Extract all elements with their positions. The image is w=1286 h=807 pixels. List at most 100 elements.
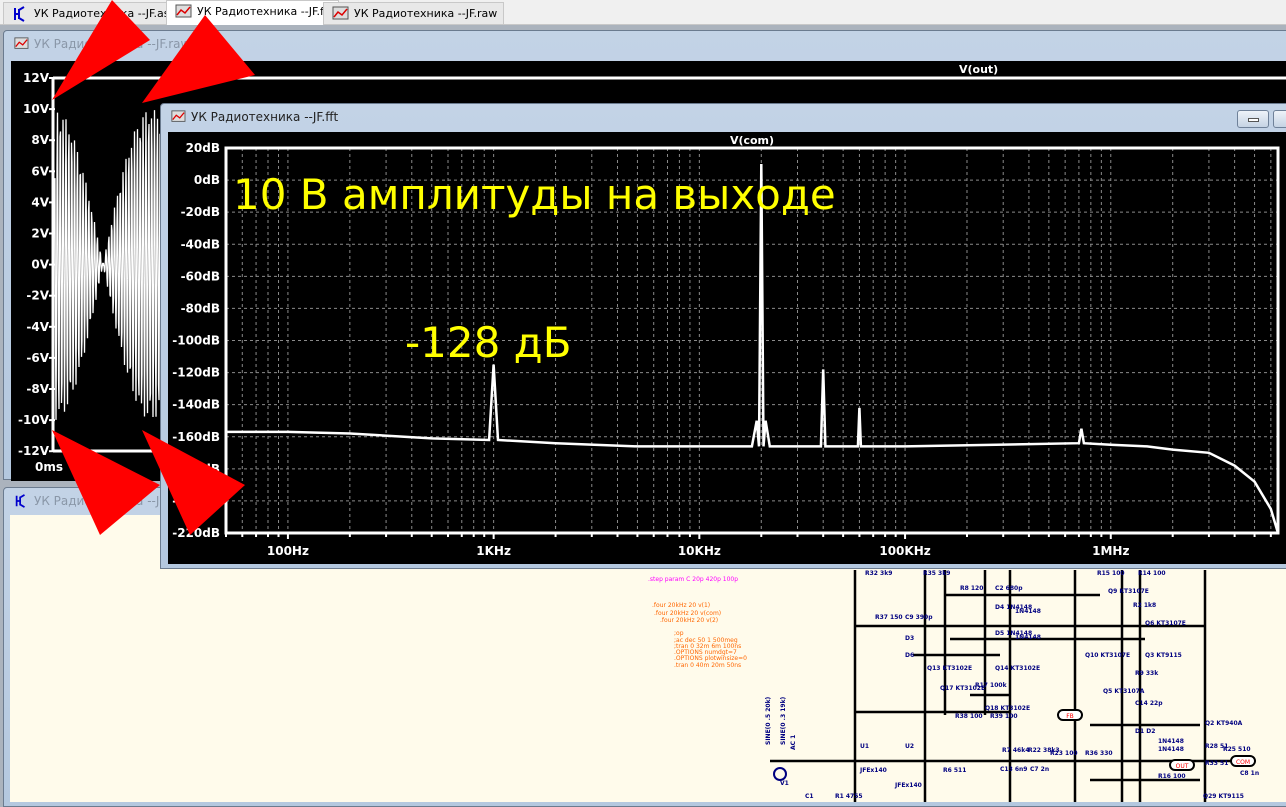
component-label[interactable]: D6 — [905, 652, 914, 659]
tab-raw[interactable]: УК Радиотехника --JF.raw — [323, 2, 505, 25]
component-label[interactable]: R17 100k — [975, 682, 1008, 689]
net-label-text: OUT — [1176, 763, 1189, 770]
spice-directive[interactable]: .four 20kHz 20 v(2) — [660, 617, 718, 624]
component-label[interactable]: C1 — [805, 793, 814, 800]
tab-asc[interactable]: УК Радиотехника --JF.asc — [3, 2, 183, 25]
maximize-button[interactable] — [1273, 110, 1286, 128]
chart-title[interactable]: V(com) — [730, 134, 774, 147]
component-label[interactable]: R9 33k — [1135, 670, 1159, 677]
component-label[interactable]: C9 390p — [905, 614, 933, 621]
component-label[interactable]: AC 1 — [790, 735, 797, 750]
schematic-icon — [14, 6, 25, 22]
waveform-icon — [175, 4, 192, 18]
component-label[interactable]: R15 100 — [1097, 570, 1125, 577]
component-label[interactable]: C7 2n — [1030, 766, 1049, 773]
component-label[interactable]: 1N4148 — [1158, 746, 1184, 753]
component-label[interactable]: C2 680p — [995, 585, 1023, 592]
schematic-icon — [15, 494, 25, 508]
document-tab-bar: УК Радиотехника --JF.asc УК Радиотехника… — [0, 0, 1286, 25]
voltage-source-icon[interactable] — [773, 767, 787, 781]
component-label[interactable]: R23 100 — [1050, 750, 1078, 757]
x-tick-label: 10KHz — [678, 544, 721, 558]
component-label[interactable]: R39 100 — [990, 713, 1018, 720]
y-tick-label: -20dB — [181, 205, 220, 219]
vout-trace — [54, 110, 164, 420]
component-label[interactable]: 1N4148 — [1158, 738, 1184, 745]
minimize-icon — [1248, 118, 1259, 122]
component-label[interactable]: R35 3k9 — [923, 570, 950, 577]
component-label[interactable]: Q3 KT9115 — [1145, 652, 1182, 659]
component-label[interactable]: Q29 KT9115 — [1203, 793, 1244, 800]
tab-label: УК Радиотехника --JF.raw — [354, 7, 498, 20]
component-label[interactable]: Q10 KT3107E — [1085, 652, 1130, 659]
component-label[interactable]: 1N4148 — [1015, 634, 1041, 641]
y-tick-label: 6V — [31, 164, 49, 178]
component-label[interactable]: R8 120 — [960, 585, 983, 592]
component-label[interactable]: C8 1n — [1240, 770, 1259, 777]
trace-label[interactable]: V(out) — [959, 63, 998, 76]
spice-directive[interactable]: .step param C 20p 420p 100p — [648, 576, 738, 583]
y-tick-label: -180dB — [172, 462, 220, 476]
spice-directive[interactable]: ;op — [674, 630, 684, 637]
y-tick-label: -12V — [18, 444, 50, 458]
component-label[interactable]: JFEx140 — [859, 767, 887, 774]
component-label[interactable]: Q5 KT3107A — [1103, 688, 1145, 695]
waveform-icon — [14, 37, 29, 49]
minimize-button[interactable] — [1237, 110, 1269, 128]
component-label[interactable]: Q14 KT3102E — [995, 665, 1040, 672]
component-label[interactable]: SINE(0 .5 20k) — [765, 696, 772, 745]
component-label[interactable]: C13 6n9 — [1000, 766, 1027, 773]
component-label[interactable]: U2 — [905, 743, 914, 750]
net-label-text: FB — [1066, 713, 1074, 720]
y-tick-label: -8V — [26, 382, 49, 396]
headline-annotation: 10 В амплитуды на выходе — [233, 170, 836, 219]
fft-trace — [226, 163, 1280, 534]
spice-directive[interactable]: .four 20kHz 20 v(1) — [652, 602, 710, 609]
waveform-icon — [171, 110, 186, 122]
component-label[interactable]: Q6 KT3107E — [1145, 620, 1186, 627]
spice-directive[interactable]: .tran 0 40m 20m 50ns — [674, 662, 741, 669]
component-label[interactable]: D1 D2 — [1135, 728, 1155, 735]
component-label[interactable]: R7 46k4 — [1002, 747, 1029, 754]
component-label[interactable]: V1 — [780, 780, 789, 787]
component-label[interactable]: R14 100 — [1138, 570, 1166, 577]
spice-directive[interactable]: .OPTIONS plotwinsize=0 — [674, 655, 747, 662]
component-label[interactable]: JFEx140 — [894, 782, 922, 789]
spice-directive[interactable]: .four 20kHz 20 v(com) — [654, 610, 721, 617]
component-label[interactable]: U1 — [860, 743, 869, 750]
y-tick-label: 0V — [31, 258, 49, 272]
component-label[interactable]: C14 22p — [1135, 700, 1163, 707]
component-label[interactable]: R38 100 — [955, 713, 983, 720]
component-label[interactable]: Q13 KT3102E — [927, 665, 972, 672]
component-label[interactable]: Q18 KT3102E — [985, 705, 1030, 712]
component-label[interactable]: R2 1k8 — [1133, 602, 1156, 609]
component-label[interactable]: R32 3k9 — [865, 570, 892, 577]
y-tick-label: -160dB — [172, 430, 220, 444]
component-label[interactable]: R1 4755 — [835, 793, 863, 800]
y-tick-label: 2V — [31, 227, 49, 241]
component-label[interactable]: SINE(0 .3 19k) — [780, 696, 787, 745]
component-label[interactable]: R33 51 — [1205, 760, 1228, 767]
x-tick-label: 1MHz — [1092, 544, 1129, 558]
component-label[interactable]: Q2 KT940A — [1205, 720, 1243, 727]
component-label[interactable]: R25 510 — [1223, 746, 1251, 753]
y-tick-label: -4V — [26, 320, 49, 334]
component-label[interactable]: D3 — [905, 635, 914, 642]
x-tick-label: 100Hz — [267, 544, 309, 558]
tab-label: УК Радиотехника --JF.fft — [197, 5, 332, 18]
component-label[interactable]: R37 150 — [875, 614, 903, 621]
component-label[interactable]: R16 100 — [1158, 773, 1186, 780]
y-tick-label: -200dB — [172, 494, 220, 508]
y-tick-label: -80dB — [181, 301, 220, 315]
net-label-text: COM — [1236, 759, 1250, 766]
tab-fft[interactable]: УК Радиотехника --JF.fft — [166, 0, 339, 25]
component-label[interactable]: Q9 KT3107E — [1108, 588, 1149, 595]
component-label[interactable]: R6 511 — [943, 767, 966, 774]
y-tick-label: -140dB — [172, 398, 220, 412]
component-label[interactable]: 1N4148 — [1015, 608, 1041, 615]
y-tick-label: -120dB — [172, 366, 220, 380]
y-tick-label: 12V — [23, 71, 50, 85]
y-tick-label: -2V — [26, 289, 49, 303]
component-label[interactable]: R36 330 — [1085, 750, 1113, 757]
tab-label: УК Радиотехника --JF.asc — [34, 7, 176, 20]
